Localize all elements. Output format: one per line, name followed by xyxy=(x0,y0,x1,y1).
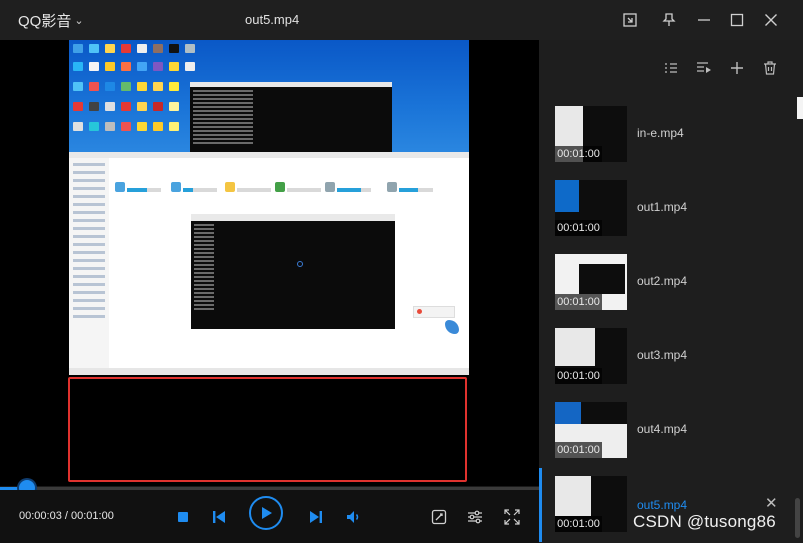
minimize-icon[interactable] xyxy=(691,8,717,32)
video-cmd-window xyxy=(190,82,392,159)
mini-mode-icon[interactable] xyxy=(617,8,643,32)
next-icon[interactable] xyxy=(303,504,329,530)
watermark: CSDN @tusong86 xyxy=(633,512,776,531)
stop-icon[interactable] xyxy=(170,504,196,530)
video-frame xyxy=(69,40,469,375)
playlist-item[interactable]: 00:01:00 out1.mp4 xyxy=(539,180,803,254)
video-thumbnail: 00:01:00 xyxy=(555,106,627,162)
app-menu-button[interactable]: QQ影音 ⌄ xyxy=(18,10,84,31)
playlist-item[interactable]: 00:01:00 in-e.mp4 xyxy=(539,106,803,180)
fullscreen-icon[interactable] xyxy=(499,504,525,530)
highlight-box xyxy=(68,377,467,482)
playlist-panel: 00:01:00 in-e.mp4 00:01:00 out1.mp4 00:0… xyxy=(539,40,803,543)
playlist-mode-icon[interactable] xyxy=(694,58,714,78)
duration-badge: 00:01:00 xyxy=(555,516,602,532)
playlist-item-name: out5.mp4 xyxy=(637,498,688,512)
time-display: 00:00:03 / 00:01:00 xyxy=(19,510,114,522)
duration-badge: 00:01:00 xyxy=(555,146,602,162)
background-window-edge xyxy=(797,97,803,119)
playlist-item-name: out2.mp4 xyxy=(637,274,688,288)
duration-badge: 00:01:00 xyxy=(555,294,602,310)
playlist-item[interactable]: 00:01:00 out4.mp4 xyxy=(539,402,803,476)
screenshot-tool-icon[interactable] xyxy=(426,504,452,530)
chevron-down-icon: ⌄ xyxy=(74,15,84,27)
duration-badge: 00:01:00 xyxy=(555,442,602,458)
playlist-item-name: out4.mp4 xyxy=(637,422,688,436)
play-button[interactable] xyxy=(249,496,283,530)
playlist-item-name: in-e.mp4 xyxy=(637,126,684,140)
playlist-scrollbar[interactable] xyxy=(795,498,800,538)
playlist-item[interactable]: 00:01:00 out3.mp4 xyxy=(539,328,803,402)
active-indicator xyxy=(539,468,542,542)
video-explorer-window xyxy=(69,158,469,368)
video-thumbnail: 00:01:00 xyxy=(555,254,627,310)
video-desktop-area xyxy=(69,40,469,159)
playlist-item-name: out3.mp4 xyxy=(637,348,688,362)
volume-icon[interactable] xyxy=(341,504,367,530)
playlist-item[interactable]: 00:01:00 out2.mp4 xyxy=(539,254,803,328)
list-view-icon[interactable] xyxy=(661,58,681,78)
duration-badge: 00:01:00 xyxy=(555,220,602,236)
playlist-item-name: out1.mp4 xyxy=(637,200,688,214)
previous-icon[interactable] xyxy=(206,504,232,530)
add-icon[interactable] xyxy=(727,58,747,78)
duration-badge: 00:01:00 xyxy=(555,368,602,384)
video-thumbnail: 00:01:00 xyxy=(555,402,627,458)
video-thumbnail: 00:01:00 xyxy=(555,328,627,384)
maximize-icon[interactable] xyxy=(724,8,750,32)
play-icon xyxy=(262,507,272,519)
title-bar: QQ影音 ⌄ out5.mp4 xyxy=(0,0,803,40)
video-thumbnail: 00:01:00 xyxy=(555,476,627,532)
control-bar: 00:00:03 / 00:01:00 xyxy=(0,490,539,543)
video-thumbnail: 00:01:00 xyxy=(555,180,627,236)
close-icon[interactable] xyxy=(758,8,784,32)
app-name: QQ影音 xyxy=(18,13,72,30)
pin-icon[interactable] xyxy=(656,8,682,32)
window-title: out5.mp4 xyxy=(245,12,300,27)
delete-icon[interactable] xyxy=(760,58,780,78)
remove-item-icon[interactable]: ✕ xyxy=(765,494,778,512)
settings-sliders-icon[interactable] xyxy=(462,504,488,530)
